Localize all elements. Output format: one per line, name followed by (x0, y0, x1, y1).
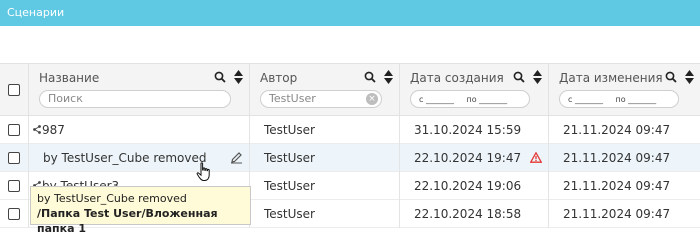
modified-to-input[interactable]: по _______ (616, 95, 657, 104)
select-all-checkbox[interactable] (8, 84, 20, 96)
modified-cell: 21.11.2024 09:47 (563, 207, 671, 221)
header-created: Дата создания с _______ по _______ (400, 64, 549, 116)
author-cell: TestUser (264, 151, 315, 165)
row-checkbox[interactable] (8, 124, 20, 136)
row-checkbox[interactable] (8, 152, 20, 164)
header-author: Автор TestUser × (250, 64, 400, 116)
sort-icon[interactable] (234, 70, 243, 84)
sort-icon[interactable] (685, 70, 694, 84)
created-date-range-filter[interactable]: с _______ по _______ (410, 90, 530, 108)
column-title-name: Название (39, 71, 100, 85)
modified-date-range-filter[interactable]: с _______ по _______ (559, 90, 679, 108)
scenario-name[interactable]: 987 (42, 116, 65, 144)
search-icon[interactable] (513, 71, 525, 83)
clear-icon[interactable]: × (366, 93, 378, 105)
created-cell: 31.10.2024 15:59 (414, 123, 522, 137)
created-cell: 22.10.2024 19:47 (414, 151, 522, 165)
toolbar (0, 26, 700, 64)
author-cell: TestUser (264, 207, 315, 221)
modified-cell: 21.11.2024 09:47 (563, 151, 671, 165)
header-name: Название Поиск (29, 64, 250, 116)
header-modified: Дата изменения с _______ по _______ (549, 64, 700, 116)
tooltip-title: by TestUser_Cube removed (37, 192, 187, 205)
author-cell: TestUser (264, 123, 315, 137)
created-cell: 22.10.2024 18:58 (414, 207, 522, 221)
search-icon[interactable] (214, 71, 226, 83)
hand-pointer-icon (196, 162, 212, 182)
column-title-author: Автор (260, 71, 298, 85)
share-icon (33, 125, 41, 134)
created-cell: 22.10.2024 19:06 (414, 179, 522, 193)
table-row[interactable]: by TestUser_Cube removed TestUser 22.10.… (0, 144, 700, 172)
scenario-name[interactable]: by TestUser_Cube removed (43, 144, 207, 172)
edit-pencil-icon[interactable] (230, 151, 243, 164)
sort-icon[interactable] (533, 70, 542, 84)
author-cell: TestUser (264, 179, 315, 193)
header-select-column (0, 64, 29, 116)
modified-cell: 21.11.2024 09:47 (563, 123, 671, 137)
row-checkbox[interactable] (8, 180, 20, 192)
search-icon[interactable] (665, 71, 677, 83)
created-to-input[interactable]: по _______ (467, 95, 508, 104)
sort-icon[interactable] (384, 70, 393, 84)
author-filter-input[interactable]: TestUser × (260, 90, 382, 108)
table-row[interactable]: 987 TestUser 31.10.2024 15:59 21.11.2024… (0, 116, 700, 144)
name-search-input[interactable]: Поиск (39, 90, 231, 108)
tooltip-path: /Папка Test User/Вложенная папка 1 (37, 207, 218, 235)
column-title-modified: Дата изменения (559, 71, 663, 85)
author-filter-value: TestUser (269, 92, 316, 105)
column-title-created: Дата создания (410, 71, 504, 85)
name-tooltip: by TestUser_Cube removed /Папка Test Use… (30, 186, 251, 235)
warning-icon[interactable] (530, 152, 542, 163)
search-icon[interactable] (364, 71, 376, 83)
created-from-input[interactable]: с _______ (419, 95, 454, 104)
modified-cell: 21.11.2024 09:47 (563, 179, 671, 193)
window-title: Сценарии (0, 0, 700, 26)
modified-from-input[interactable]: с _______ (568, 95, 603, 104)
row-checkbox[interactable] (8, 208, 20, 220)
